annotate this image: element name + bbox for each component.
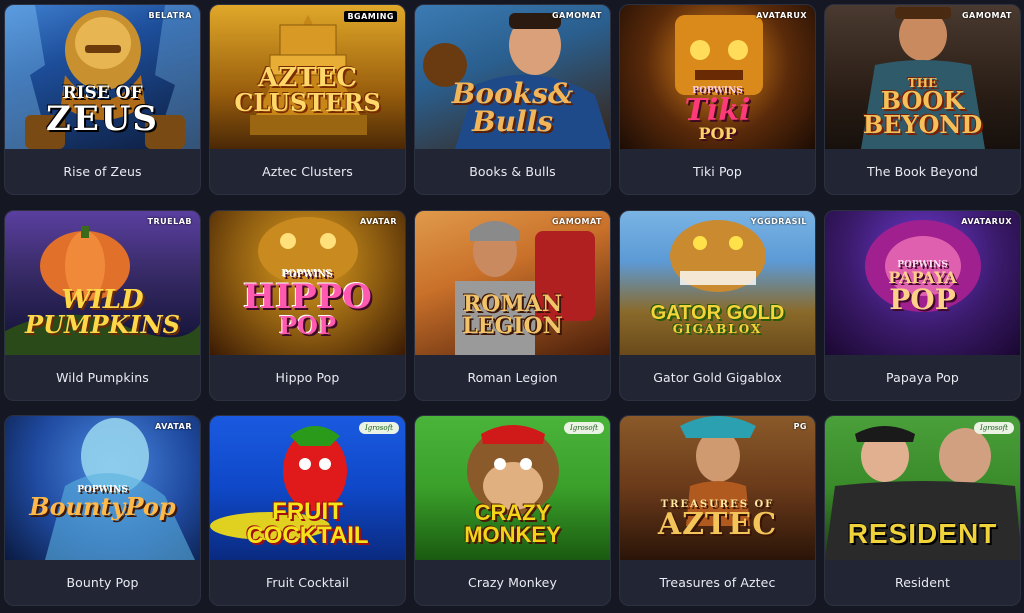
provider-label: AVATARUX (756, 11, 807, 20)
game-logo: TREASURES OF AZTEC (657, 499, 778, 542)
provider-label: GAMOMAT (551, 217, 602, 226)
game-thumbnail[interactable]: AVATARUX POPWINS PAPAYA POP (825, 211, 1020, 355)
provider-label: AVATAR (359, 217, 397, 226)
game-logo: AZTEC CLUSTERS (234, 63, 381, 117)
game-thumbnail[interactable]: Igrosoft FRUIT COCKTAIL (210, 416, 405, 560)
game-card-aztec-clusters[interactable]: BGAMING AZTEC CLUSTERS Aztec Clusters (209, 4, 406, 195)
game-thumbnail[interactable]: PG TREASURES OF AZTEC (620, 416, 815, 560)
game-logo: THE BOOK BEYOND (862, 76, 983, 139)
game-title[interactable]: Books & Bulls (415, 149, 610, 194)
game-thumbnail[interactable]: BELATRA RISE OF ZEUS (5, 5, 200, 149)
game-logo: WILD PUMPKINS (25, 285, 180, 339)
provider-label: PG (793, 422, 807, 431)
game-logo: Books& Bulls (451, 77, 574, 138)
game-logo: GATOR GOLD GIGABLOX (650, 302, 785, 336)
game-title[interactable]: Crazy Monkey (415, 560, 610, 605)
game-card-gator-gold-gigablox[interactable]: YGGDRASIL GATOR GOLD GIGABLOX Gator Gold… (619, 210, 816, 401)
game-card-papaya-pop[interactable]: AVATARUX POPWINS PAPAYA POP Papaya Pop (824, 210, 1021, 401)
game-logo: FRUIT COCKTAIL (246, 498, 369, 549)
game-title[interactable]: Treasures of Aztec (620, 560, 815, 605)
game-title[interactable]: Wild Pumpkins (5, 355, 200, 400)
game-card-treasures-of-aztec[interactable]: PG TREASURES OF AZTEC Treasures of Aztec (619, 415, 816, 606)
provider-label: AVATAR (154, 422, 192, 431)
provider-label: Igrosoft (973, 422, 1014, 434)
game-logo: RESIDENT (847, 518, 998, 549)
game-title[interactable]: Resident (825, 560, 1020, 605)
game-title[interactable]: Bounty Pop (5, 560, 200, 605)
provider-label: BGAMING (344, 11, 397, 22)
game-title[interactable]: Fruit Cocktail (210, 560, 405, 605)
game-card-tiki-pop[interactable]: AVATARUX POPWINS Tiki POP Tiki Pop (619, 4, 816, 195)
provider-label: YGGDRASIL (750, 217, 807, 226)
game-thumbnail[interactable]: AVATAR POPWINS HIPPO POP (210, 211, 405, 355)
game-thumbnail[interactable]: Igrosoft CRAZY MONKEY (415, 416, 610, 560)
provider-label: Igrosoft (358, 422, 399, 434)
game-thumbnail[interactable]: AVATAR POPWINS BountyPop (5, 416, 200, 560)
game-logo: CRAZY MONKEY (464, 500, 561, 547)
game-logo: POPWINS BountyPop (29, 485, 176, 521)
game-title[interactable]: Rise of Zeus (5, 149, 200, 194)
game-card-crazy-monkey[interactable]: Igrosoft CRAZY MONKEY Crazy Monkey (414, 415, 611, 606)
game-thumbnail[interactable]: Igrosoft RESIDENT (825, 416, 1020, 560)
game-logo: POPWINS Tiki POP (684, 86, 751, 143)
game-thumbnail[interactable]: YGGDRASIL GATOR GOLD GIGABLOX (620, 211, 815, 355)
game-card-books-bulls[interactable]: GAMOMAT Books& Bulls Books & Bulls (414, 4, 611, 195)
game-thumbnail[interactable]: GAMOMAT Books& Bulls (415, 5, 610, 149)
game-logo: ROMAN LEGION (462, 291, 563, 339)
game-card-bounty-pop[interactable]: AVATAR POPWINS BountyPop Bounty Pop (4, 415, 201, 606)
provider-label: BELATRA (148, 11, 192, 20)
game-title[interactable]: Hippo Pop (210, 355, 405, 400)
game-title[interactable]: Papaya Pop (825, 355, 1020, 400)
game-title[interactable]: The Book Beyond (825, 149, 1020, 194)
game-logo: RISE OF ZEUS (46, 83, 159, 139)
game-title[interactable]: Aztec Clusters (210, 149, 405, 194)
game-logo: POPWINS PAPAYA POP (888, 260, 957, 316)
game-card-wild-pumpkins[interactable]: TRUELAB WILD PUMPKINS Wild Pumpkins (4, 210, 201, 401)
provider-label: TRUELAB (147, 217, 192, 226)
game-thumbnail[interactable]: GAMOMAT THE BOOK BEYOND (825, 5, 1020, 149)
game-logo: POPWINS HIPPO POP (243, 270, 372, 340)
game-card-the-book-beyond[interactable]: GAMOMAT THE BOOK BEYOND The Book Beyond (824, 4, 1021, 195)
game-card-hippo-pop[interactable]: AVATAR POPWINS HIPPO POP Hippo Pop (209, 210, 406, 401)
game-title[interactable]: Roman Legion (415, 355, 610, 400)
game-card-rise-of-zeus[interactable]: BELATRA RISE OF ZEUS Rise of Zeus (4, 4, 201, 195)
game-title[interactable]: Tiki Pop (620, 149, 815, 194)
provider-label: GAMOMAT (961, 11, 1012, 20)
provider-label: GAMOMAT (551, 11, 602, 20)
provider-label: Igrosoft (563, 422, 604, 434)
game-thumbnail[interactable]: GAMOMAT ROMAN LEGION (415, 211, 610, 355)
game-card-resident[interactable]: Igrosoft RESIDENT Resident (824, 415, 1021, 606)
game-thumbnail[interactable]: BGAMING AZTEC CLUSTERS (210, 5, 405, 149)
provider-label: AVATARUX (961, 217, 1012, 226)
game-title[interactable]: Gator Gold Gigablox (620, 355, 815, 400)
game-card-roman-legion[interactable]: GAMOMAT ROMAN LEGION Roman Legion (414, 210, 611, 401)
game-card-fruit-cocktail[interactable]: Igrosoft FRUIT COCKTAIL Fruit Cocktail (209, 415, 406, 606)
game-thumbnail[interactable]: AVATARUX POPWINS Tiki POP (620, 5, 815, 149)
game-thumbnail[interactable]: TRUELAB WILD PUMPKINS (5, 211, 200, 355)
games-grid: BELATRA RISE OF ZEUS Rise of Zeus BGAMIN… (0, 0, 1024, 613)
